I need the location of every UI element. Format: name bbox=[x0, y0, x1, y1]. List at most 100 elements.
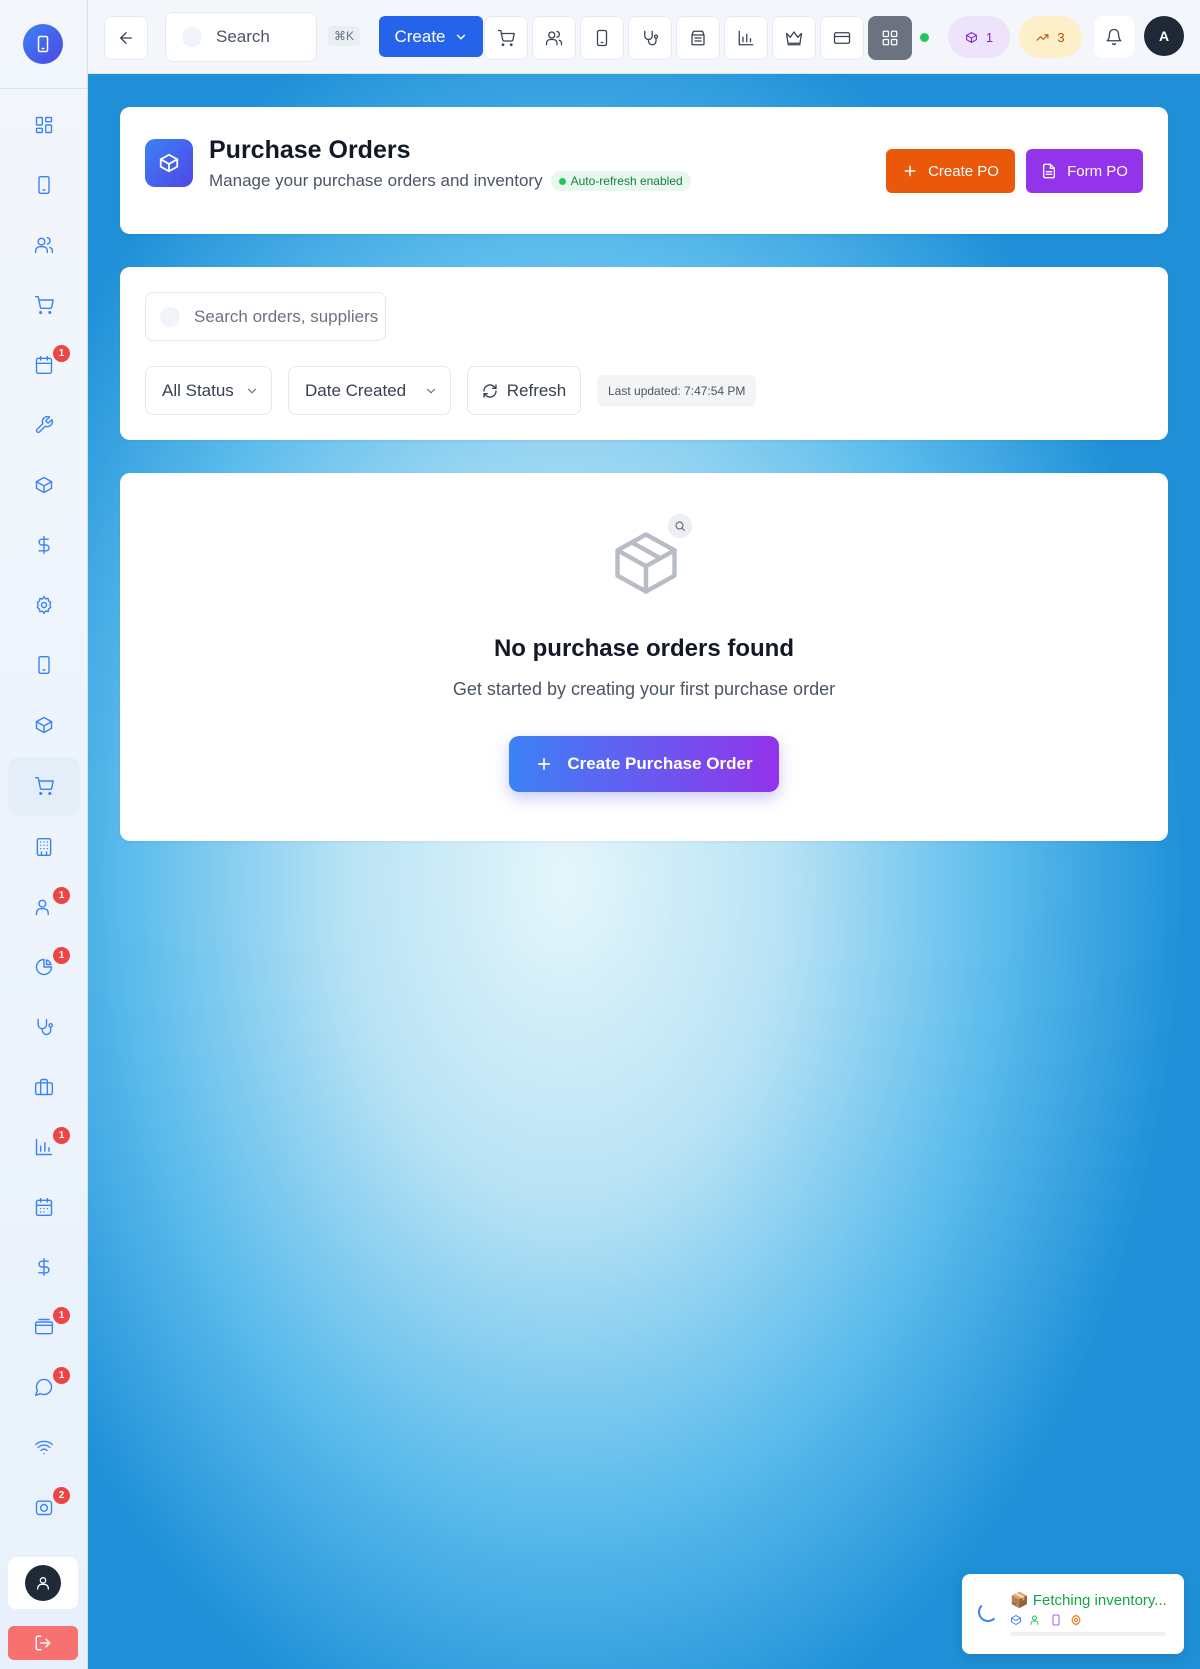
quick-diagnostics-button[interactable] bbox=[628, 16, 672, 60]
pie-chart-icon bbox=[35, 958, 53, 976]
sidebar-item-products[interactable] bbox=[9, 697, 79, 753]
spinner-icon bbox=[978, 1602, 998, 1622]
sidebar-item-cart[interactable] bbox=[9, 277, 79, 333]
wifi-icon bbox=[34, 1440, 54, 1455]
crown-icon bbox=[785, 31, 803, 46]
plus-icon bbox=[904, 165, 916, 177]
loading-toast: 📦 Fetching inventory... bbox=[962, 1574, 1184, 1654]
orders-search-input[interactable]: Search orders, suppliers bbox=[145, 292, 386, 341]
stethoscope-icon bbox=[644, 30, 659, 46]
quick-devices-button[interactable] bbox=[580, 16, 624, 60]
gear-icon bbox=[36, 595, 52, 615]
sidebar-item-mobile[interactable] bbox=[9, 637, 79, 693]
last-updated-label: Last updated: 7:47:54 PM bbox=[597, 375, 757, 406]
box-icon bbox=[35, 476, 53, 494]
create-dropdown-button[interactable]: Create bbox=[379, 16, 483, 57]
inventory-alerts-count: 1 bbox=[985, 29, 994, 45]
sidebar-item-analytics[interactable]: 1 bbox=[9, 939, 79, 995]
cart-icon bbox=[34, 295, 54, 315]
sidebar-item-camera[interactable]: 2 bbox=[9, 1479, 79, 1535]
sidebar-item-schedule[interactable] bbox=[9, 1179, 79, 1235]
notification-badge: 1 bbox=[53, 1307, 70, 1324]
dollar-icon bbox=[38, 535, 50, 555]
notifications-button[interactable] bbox=[1094, 16, 1134, 58]
empty-state-card: No purchase orders found Get started by … bbox=[120, 473, 1168, 841]
wallet-icon bbox=[34, 1318, 54, 1335]
page-title: Purchase Orders bbox=[209, 136, 411, 164]
chat-icon bbox=[34, 1378, 53, 1397]
phone-icon bbox=[38, 655, 50, 675]
cart-icon bbox=[497, 29, 515, 47]
create-po-button[interactable]: Create PO bbox=[886, 149, 1015, 193]
sidebar-item-customers[interactable]: 1 bbox=[9, 879, 79, 935]
phone-icon bbox=[37, 35, 49, 53]
app-logo[interactable] bbox=[23, 24, 63, 64]
search-icon bbox=[182, 27, 202, 47]
sort-select[interactable]: Date Created bbox=[288, 366, 451, 415]
toast-progress-bar bbox=[1010, 1632, 1166, 1636]
chevron-down-icon bbox=[456, 34, 465, 40]
notification-badge: 1 bbox=[53, 1127, 70, 1144]
auto-refresh-badge: Auto-refresh enabled bbox=[550, 171, 691, 191]
quick-cart-button[interactable] bbox=[484, 16, 528, 60]
quick-users-button[interactable] bbox=[532, 16, 576, 60]
logout-button[interactable] bbox=[8, 1626, 78, 1660]
sidebar-item-reports[interactable]: 1 bbox=[9, 1119, 79, 1175]
sidebar-item-finance[interactable] bbox=[9, 517, 79, 573]
sidebar-item-devices[interactable] bbox=[9, 157, 79, 213]
sidebar-item-diagnostics[interactable] bbox=[9, 999, 79, 1055]
quick-apps-button[interactable] bbox=[868, 16, 912, 60]
purchase-orders-icon bbox=[145, 139, 193, 187]
quick-premium-button[interactable] bbox=[772, 16, 816, 60]
trends-pill[interactable]: 3 bbox=[1019, 16, 1082, 58]
bar-chart-icon bbox=[738, 30, 754, 46]
inventory-alerts-pill[interactable]: 1 bbox=[948, 16, 1010, 58]
user-avatar-button[interactable]: A bbox=[1144, 16, 1184, 56]
avatar bbox=[25, 1565, 61, 1601]
sidebar-item-inventory[interactable] bbox=[9, 457, 79, 513]
create-purchase-order-label: Create Purchase Order bbox=[567, 754, 753, 773]
toast-icon-row bbox=[1010, 1614, 1082, 1626]
chevron-down-icon bbox=[426, 388, 436, 394]
back-button[interactable] bbox=[104, 16, 148, 60]
box-icon bbox=[1011, 1615, 1021, 1625]
toast-message: 📦 Fetching inventory... bbox=[1010, 1592, 1167, 1609]
profile-button[interactable] bbox=[8, 1557, 78, 1609]
notification-badge: 1 bbox=[53, 345, 70, 362]
document-icon bbox=[1043, 163, 1056, 179]
camera-icon bbox=[35, 1500, 53, 1516]
sidebar-item-calendar[interactable]: 1 bbox=[9, 337, 79, 393]
status-select[interactable]: All Status bbox=[145, 366, 272, 415]
sidebar-item-repairs[interactable] bbox=[9, 397, 79, 453]
sidebar-item-network[interactable] bbox=[9, 1419, 79, 1475]
sidebar-item-branches[interactable] bbox=[9, 819, 79, 875]
form-po-label: Form PO bbox=[1067, 162, 1128, 180]
users-icon bbox=[1030, 1615, 1039, 1625]
create-po-label: Create PO bbox=[928, 162, 999, 180]
sidebar-item-billing[interactable]: 1 bbox=[9, 1299, 79, 1355]
form-po-button[interactable]: Form PO bbox=[1026, 149, 1143, 193]
global-search-input[interactable]: Search bbox=[165, 12, 317, 62]
search-icon bbox=[160, 306, 180, 327]
sidebar-item-messages[interactable]: 1 bbox=[9, 1359, 79, 1415]
arrow-left-icon bbox=[120, 32, 132, 44]
trends-count: 3 bbox=[1057, 29, 1065, 45]
empty-state-subtitle: Get started by creating your first purch… bbox=[452, 679, 836, 699]
quick-payments-button[interactable] bbox=[820, 16, 864, 60]
quick-archive-button[interactable] bbox=[676, 16, 720, 60]
sidebar-item-business[interactable] bbox=[9, 1059, 79, 1115]
sidebar-item-dashboard[interactable] bbox=[9, 97, 79, 153]
sidebar-item-purchase-orders[interactable] bbox=[9, 758, 79, 814]
create-purchase-order-button[interactable]: Create Purchase Order bbox=[509, 736, 779, 792]
refresh-button[interactable]: Refresh bbox=[467, 366, 581, 415]
sidebar-item-users[interactable] bbox=[9, 217, 79, 273]
sidebar-item-payments[interactable] bbox=[9, 1239, 79, 1295]
search-icon bbox=[675, 521, 686, 532]
auto-refresh-label: Auto-refresh enabled bbox=[570, 174, 683, 188]
sidebar-item-settings[interactable] bbox=[9, 577, 79, 633]
quick-reports-button[interactable] bbox=[724, 16, 768, 60]
page-header-card: Purchase Orders Manage your purchase ord… bbox=[120, 107, 1168, 234]
sort-select-value: Date Created bbox=[305, 380, 407, 400]
box-icon bbox=[965, 31, 977, 43]
box-icon bbox=[35, 716, 53, 734]
